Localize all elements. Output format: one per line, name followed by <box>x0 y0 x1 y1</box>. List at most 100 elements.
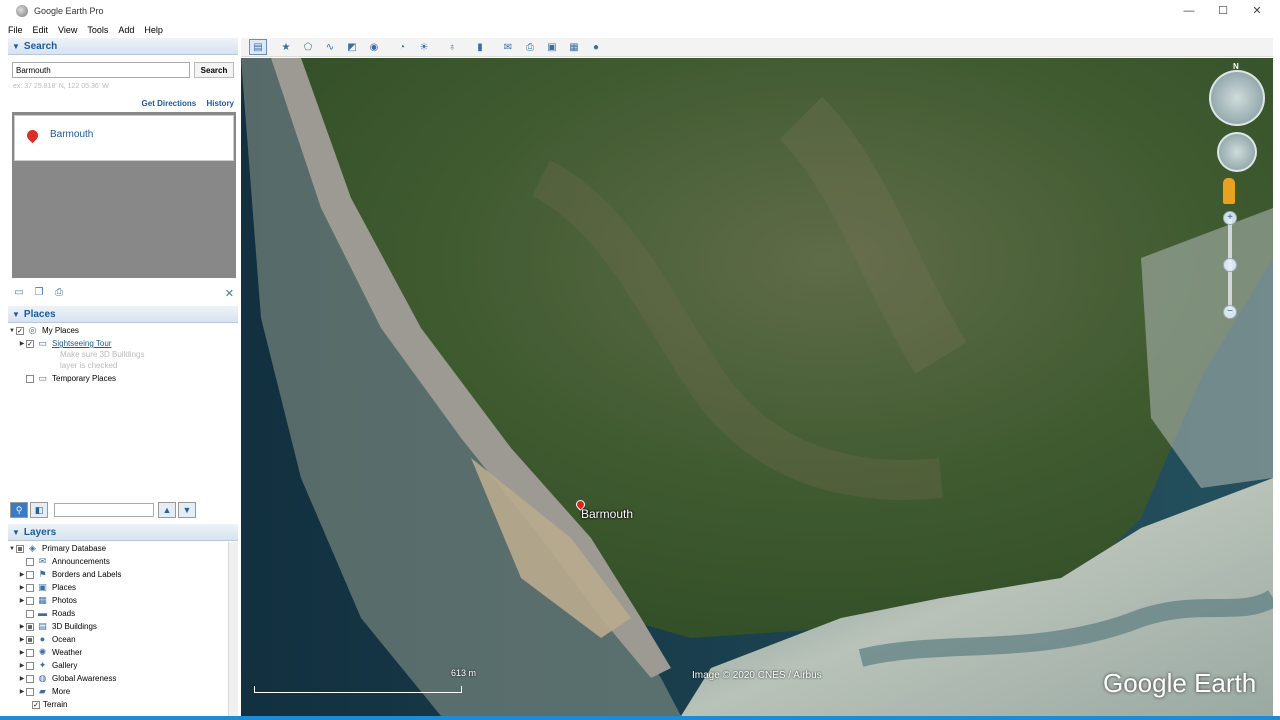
copy-icon[interactable]: ❐ <box>32 287 46 299</box>
hide-sidebar-icon[interactable]: ▤ <box>249 39 267 55</box>
menu-file[interactable]: File <box>8 25 23 35</box>
expand-arrow-icon[interactable]: ▶ <box>18 688 26 695</box>
layers-scrollbar[interactable] <box>228 542 238 718</box>
folder-icon: ▭ <box>38 373 47 383</box>
checkbox[interactable]: ✓ <box>16 326 24 335</box>
weather-icon: ✺ <box>38 647 47 657</box>
earth-icon[interactable]: ● <box>587 39 605 55</box>
tree-item-sightseeing[interactable]: ▶ ✓ ▭ Sightseeing Tour <box>8 337 238 350</box>
expand-arrow-icon[interactable]: ▶ <box>18 649 26 656</box>
places-filter-input[interactable] <box>54 503 154 517</box>
add-polygon-icon[interactable]: ⬠ <box>299 39 317 55</box>
record-tour-icon[interactable]: ◉ <box>365 39 383 55</box>
sidebar-toggle-icon[interactable]: ◧ <box>30 502 48 518</box>
clear-results-icon[interactable]: ✕ <box>225 287 234 300</box>
places-panel-header[interactable]: ▼ Places <box>8 306 238 323</box>
historical-imagery-icon[interactable]: ◔ <box>393 39 411 55</box>
expand-arrow-icon[interactable]: ▶ <box>18 636 26 643</box>
layer-item[interactable]: ▶ ✺ Weather <box>8 646 238 659</box>
menu-add[interactable]: Add <box>118 25 134 35</box>
sunlight-icon[interactable]: ☀ <box>415 39 433 55</box>
menu-view[interactable]: View <box>58 25 77 35</box>
expand-arrow-icon[interactable]: ▶ <box>18 662 26 669</box>
layer-item[interactable]: ▶ ⚑ Borders and Labels <box>8 568 238 581</box>
ruler-icon[interactable]: ▮ <box>471 39 489 55</box>
search-places-icon[interactable]: ⚲ <box>10 502 28 518</box>
checkbox[interactable] <box>26 583 34 592</box>
menu-tools[interactable]: Tools <box>87 25 108 35</box>
search-button[interactable]: Search <box>194 62 234 78</box>
search-panel-header[interactable]: ▼ Search <box>8 38 238 55</box>
layer-item[interactable]: ▶ ▦ Photos <box>8 594 238 607</box>
north-indicator[interactable]: N <box>1233 62 1239 71</box>
map-view[interactable]: Barmouth 613 m Image © 2020 CNES / Airbu… <box>241 58 1273 716</box>
print-icon[interactable]: ⎙ <box>52 287 66 299</box>
layer-item[interactable]: ▶ ✦ Gallery <box>8 659 238 672</box>
add-folder-icon[interactable]: ▭ <box>12 287 26 299</box>
layer-item[interactable]: ▶ ◍ Global Awareness <box>8 672 238 685</box>
layer-item[interactable]: ▼ ◈ Primary Database <box>8 542 238 555</box>
layer-item[interactable]: ▶ ▰ More <box>8 685 238 698</box>
expand-arrow-icon[interactable]: ▶ <box>18 675 26 682</box>
search-result-item[interactable]: Barmouth <box>14 115 234 161</box>
email-icon[interactable]: ✉ <box>499 39 517 55</box>
maximize-button[interactable]: ☐ <box>1206 0 1240 21</box>
layer-item[interactable]: ✉ Announcements <box>8 555 238 568</box>
menu-edit[interactable]: Edit <box>33 25 49 35</box>
view-in-maps-icon[interactable]: ▦ <box>565 39 583 55</box>
checkbox[interactable] <box>26 570 34 579</box>
layer-item[interactable]: ▶ ● Ocean <box>8 633 238 646</box>
look-compass-icon[interactable] <box>1209 70 1265 126</box>
layer-item[interactable]: ▶ ▤ 3D Buildings <box>8 620 238 633</box>
history-link[interactable]: History <box>206 99 234 108</box>
layer-item[interactable]: ▶ ▣ Places <box>8 581 238 594</box>
tree-item-my-places[interactable]: ▼ ✓ ◎ My Places <box>8 324 238 337</box>
add-placemark-icon[interactable]: ★ <box>277 39 295 55</box>
checkbox[interactable] <box>16 544 24 553</box>
checkbox[interactable] <box>26 648 34 657</box>
zoom-out-button[interactable]: − <box>1223 305 1237 319</box>
menu-help[interactable]: Help <box>144 25 163 35</box>
checkbox[interactable] <box>26 557 34 566</box>
roads-icon: ▬ <box>38 608 47 618</box>
zoom-in-button[interactable]: + <box>1223 211 1237 225</box>
expand-arrow-icon[interactable]: ▶ <box>18 623 26 630</box>
checkbox[interactable] <box>26 374 34 383</box>
print-icon[interactable]: ⎙ <box>521 39 539 55</box>
expand-arrow-icon[interactable]: ▶ <box>18 340 26 347</box>
map-place-label[interactable]: Barmouth <box>581 507 633 521</box>
checkbox[interactable] <box>26 687 34 696</box>
expand-arrow-icon[interactable]: ▶ <box>18 597 26 604</box>
add-path-icon[interactable]: ∿ <box>321 39 339 55</box>
close-window-button[interactable]: ✕ <box>1240 0 1274 21</box>
move-joystick-icon[interactable] <box>1217 132 1257 172</box>
checkbox[interactable] <box>26 609 34 618</box>
arrow-down-icon[interactable]: ▼ <box>178 502 196 518</box>
expand-arrow-icon[interactable]: ▼ <box>8 546 16 552</box>
zoom-slider-handle[interactable] <box>1223 258 1237 272</box>
tree-item-temporary[interactable]: ▭ Temporary Places <box>8 372 238 385</box>
planets-icon[interactable]: ♁ <box>443 39 461 55</box>
layer-item-terrain[interactable]: ✓ Terrain <box>8 698 238 711</box>
more-icon: ▰ <box>39 686 46 696</box>
search-input[interactable] <box>12 62 190 78</box>
checkbox[interactable]: ✓ <box>32 700 40 709</box>
get-directions-link[interactable]: Get Directions <box>142 99 197 108</box>
street-view-pegman-icon[interactable] <box>1223 178 1235 204</box>
layers-panel-header[interactable]: ▼ Layers <box>8 524 238 541</box>
checkbox[interactable] <box>26 596 34 605</box>
checkbox[interactable]: ✓ <box>26 339 34 348</box>
title-bar: Google Earth Pro <box>0 0 1280 21</box>
arrow-up-icon[interactable]: ▲ <box>158 502 176 518</box>
checkbox[interactable] <box>26 661 34 670</box>
expand-arrow-icon[interactable]: ▶ <box>18 571 26 578</box>
expand-arrow-icon[interactable]: ▼ <box>8 328 16 334</box>
expand-arrow-icon[interactable]: ▶ <box>18 584 26 591</box>
checkbox[interactable] <box>26 622 34 631</box>
save-image-icon[interactable]: ▣ <box>543 39 561 55</box>
layer-item[interactable]: ▬ Roads <box>8 607 238 620</box>
image-overlay-icon[interactable]: ◩ <box>343 39 361 55</box>
checkbox[interactable] <box>26 674 34 683</box>
minimize-button[interactable]: — <box>1172 0 1206 21</box>
checkbox[interactable] <box>26 635 34 644</box>
